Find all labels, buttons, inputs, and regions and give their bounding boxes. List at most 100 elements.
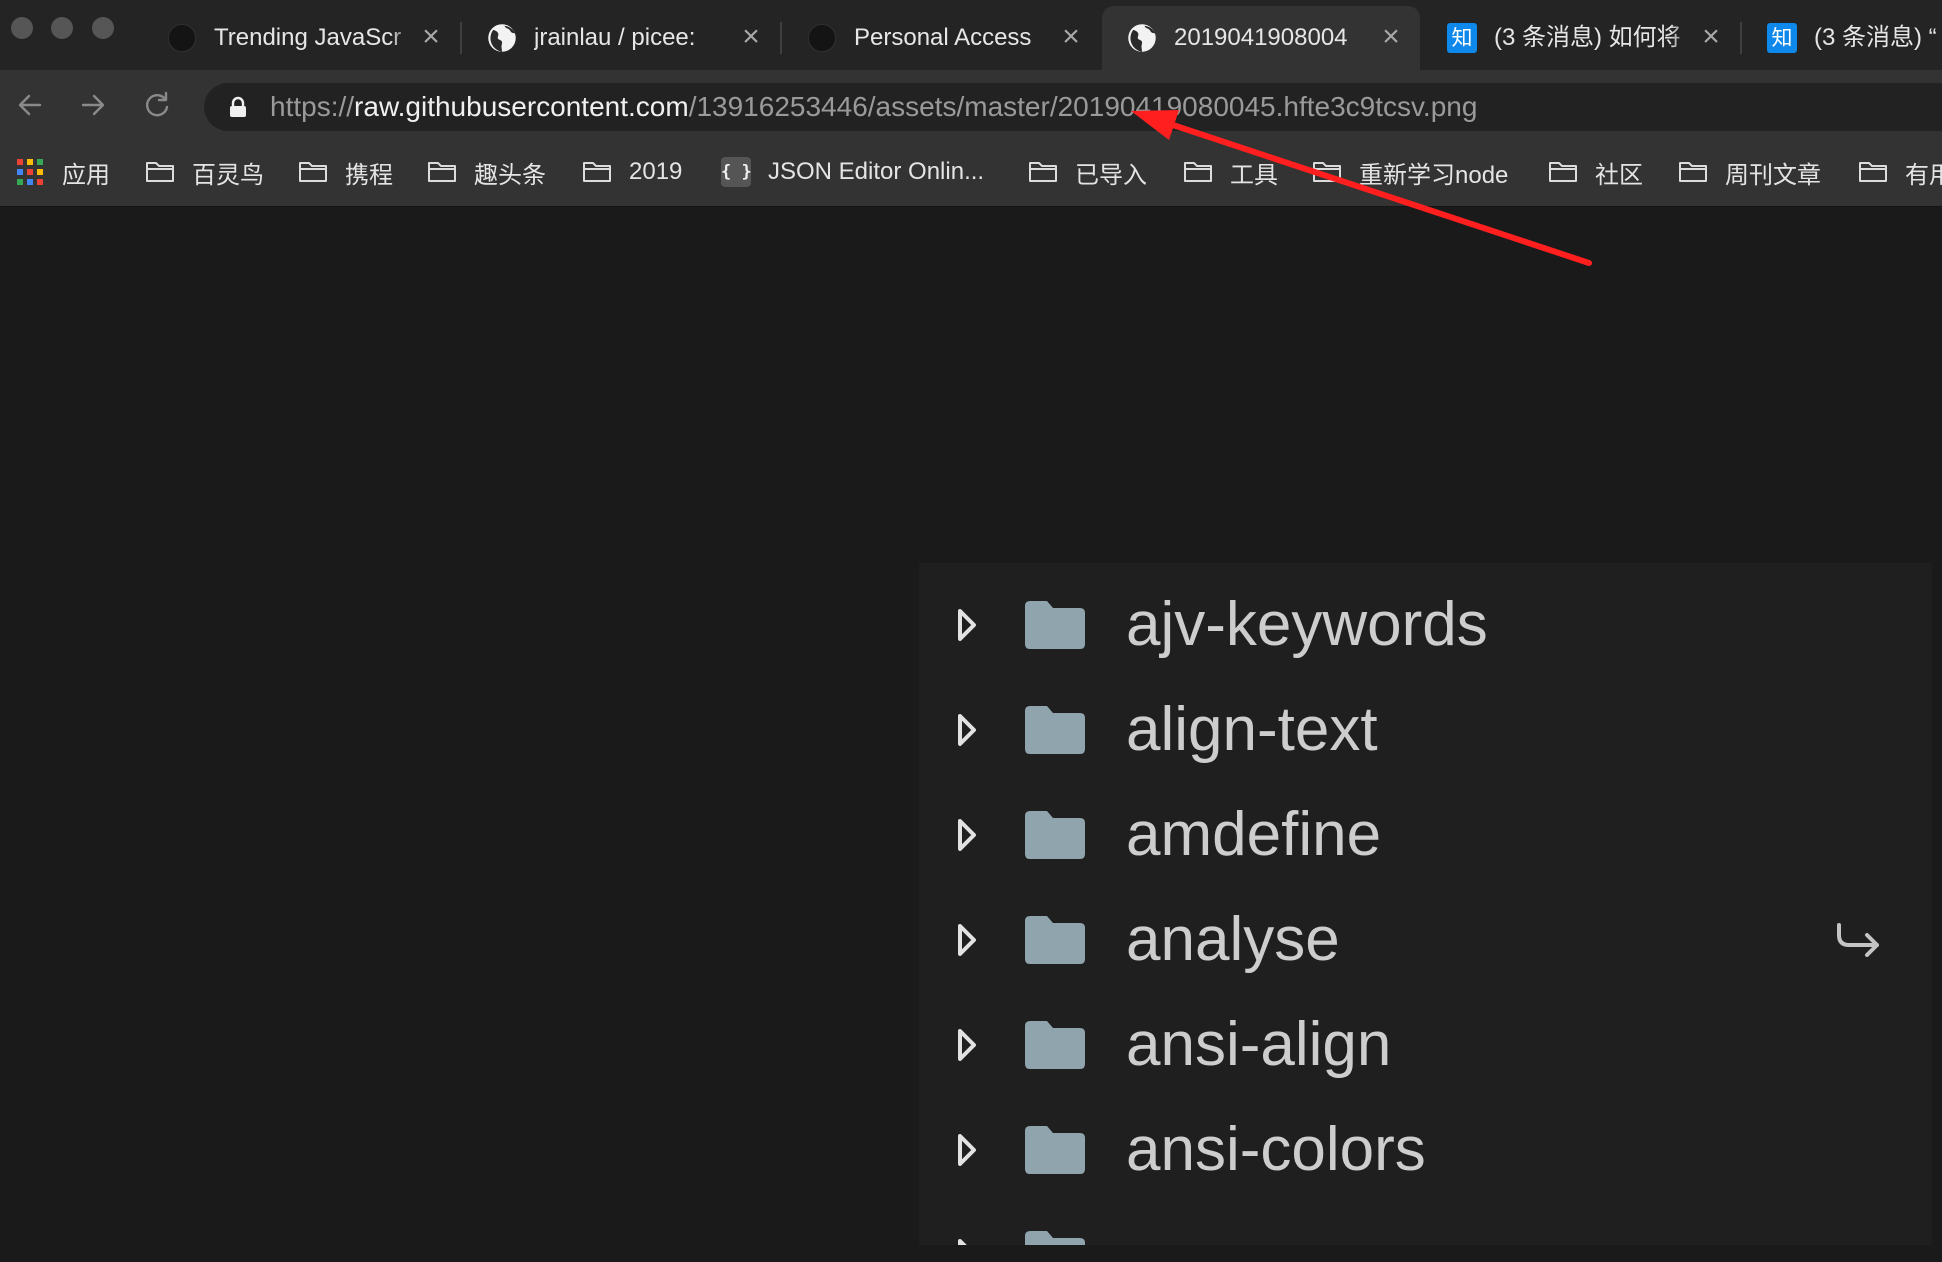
folder-icon xyxy=(1025,706,1085,754)
tree-row: analyse xyxy=(919,887,1932,992)
folder-icon xyxy=(1678,160,1708,184)
expand-arrow-icon xyxy=(958,1239,967,1245)
folder-icon xyxy=(145,160,175,184)
zhihu-icon: 知 xyxy=(1767,23,1797,53)
folder-name: ajv-keywords xyxy=(1126,590,1488,659)
bookmark-folder[interactable]: 周刊文章 xyxy=(1678,156,1821,189)
folder-icon xyxy=(1025,1126,1085,1174)
bookmark-folder[interactable]: 工具 xyxy=(1183,156,1278,189)
globe-icon xyxy=(487,23,517,53)
bookmark-label: 2019 xyxy=(629,158,683,185)
tab-active-image[interactable]: 2019041908004 × xyxy=(1102,6,1420,70)
apps-grid-icon xyxy=(17,159,43,185)
bookmark-folder[interactable]: 已导入 xyxy=(1028,156,1147,189)
toolbar: https://raw.githubusercontent.com/139162… xyxy=(0,70,1942,140)
folder-icon xyxy=(1858,160,1888,184)
bookmark-folder[interactable]: 重新学习node xyxy=(1312,156,1509,189)
return-arrow-icon xyxy=(1837,923,1879,957)
bookmark-label: 应用 xyxy=(62,161,110,189)
expand-arrow-icon xyxy=(958,819,976,851)
tab-title: jrainlau / picee: xyxy=(534,24,696,51)
folder-name: analyse xyxy=(1126,905,1340,974)
expand-arrow-icon xyxy=(958,714,976,746)
folder-icon xyxy=(427,160,457,184)
folder-icon xyxy=(1028,160,1058,184)
tab-jrainlau-picee[interactable]: jrainlau / picee: × xyxy=(462,6,782,70)
lock-icon[interactable] xyxy=(228,96,248,118)
globe-icon xyxy=(1127,23,1157,53)
tree-row: amdefine xyxy=(919,782,1932,887)
tab-close-button[interactable]: × xyxy=(1058,22,1084,52)
tab-title: Personal Access xyxy=(854,24,1032,51)
folder-icon xyxy=(1025,601,1085,649)
bookmark-folder[interactable]: 趣头条 xyxy=(427,156,546,189)
bookmark-folder[interactable]: 2019 xyxy=(582,156,682,188)
bookmark-folder[interactable]: 携程 xyxy=(298,156,393,189)
folder-name: amdefine xyxy=(1126,800,1382,869)
bookmark-label: 百灵鸟 xyxy=(192,161,264,189)
tree-row-partial xyxy=(919,1202,1932,1245)
tab-title: 2019041908004 xyxy=(1174,24,1348,51)
bookmarks-bar: 应用 百灵鸟 携程 趣头条 2019 { } JSON Editor Onlin… xyxy=(0,140,1942,207)
tab-zhihu-1[interactable]: 知 (3 条消息) 如何将 × xyxy=(1422,6,1742,70)
tab-title: Trending JavaScr xyxy=(214,24,402,51)
window-minimize-button[interactable] xyxy=(51,17,73,39)
address-bar[interactable]: https://raw.githubusercontent.com/139162… xyxy=(204,83,1942,131)
url-host: raw.githubusercontent.com xyxy=(354,91,689,122)
folder-icon xyxy=(298,160,328,184)
folder-icon xyxy=(1312,160,1342,184)
folder-icon xyxy=(1025,1231,1085,1245)
back-arrow-icon[interactable] xyxy=(16,91,44,119)
tab-title: (3 条消息) “ xyxy=(1814,24,1937,51)
bookmark-folder[interactable]: 百灵鸟 xyxy=(145,156,264,189)
tab-close-button[interactable]: × xyxy=(1378,22,1404,52)
folder-icon xyxy=(582,160,612,184)
url-path: /13916253446/assets/master/2019041908004… xyxy=(688,91,1478,122)
github-icon xyxy=(807,23,837,53)
bookmark-label: 有用 xyxy=(1905,161,1942,189)
expand-arrow-icon xyxy=(958,1134,976,1166)
tab-close-button[interactable]: × xyxy=(738,22,764,52)
bookmark-label: 重新学习node xyxy=(1359,161,1509,189)
tab-close-button[interactable]: × xyxy=(418,22,444,52)
expand-arrow-icon xyxy=(958,1029,976,1061)
github-icon xyxy=(167,23,197,53)
expand-arrow-icon xyxy=(958,609,976,641)
forward-arrow-icon[interactable] xyxy=(79,91,107,119)
window-close-button[interactable] xyxy=(11,17,33,39)
bookmark-label: 携程 xyxy=(345,161,393,189)
tree-row: ansi-colors xyxy=(919,1097,1932,1202)
bookmark-label: 趣头条 xyxy=(474,161,546,189)
bookmark-label: 已导入 xyxy=(1075,161,1147,189)
bookmark-label: 工具 xyxy=(1230,161,1278,189)
url-scheme: https:// xyxy=(270,91,355,122)
bookmark-folder[interactable]: 社区 xyxy=(1548,156,1643,189)
bookmark-folder[interactable]: 有用 xyxy=(1858,156,1942,189)
tab-close-button[interactable]: × xyxy=(1698,22,1724,52)
folder-icon xyxy=(1025,1021,1085,1069)
folder-icon xyxy=(1025,916,1085,964)
bookmark-label: 周刊文章 xyxy=(1725,161,1821,189)
bookmark-label: JSON Editor Onlin... xyxy=(768,158,985,185)
tree-row: ansi-align xyxy=(919,992,1932,1097)
folder-icon xyxy=(1025,811,1085,859)
tab-zhihu-2[interactable]: 知 (3 条消息) “ xyxy=(1742,6,1942,70)
json-editor-icon: { } xyxy=(721,157,752,187)
bookmark-label: 社区 xyxy=(1595,161,1643,189)
bookmark-apps[interactable]: 应用 xyxy=(17,156,110,189)
expand-arrow-icon xyxy=(958,924,976,956)
window-zoom-button[interactable] xyxy=(92,17,114,39)
folder-name: ansi-colors xyxy=(1126,1115,1426,1184)
folder-name: ansi-align xyxy=(1126,1010,1392,1079)
tab-trending-javascript[interactable]: Trending JavaScr × xyxy=(142,6,462,70)
tree-row: align-text xyxy=(919,677,1932,782)
folder-icon xyxy=(1548,160,1578,184)
tab-personal-access[interactable]: Personal Access × xyxy=(782,6,1100,70)
url-text[interactable]: https://raw.githubusercontent.com/139162… xyxy=(270,83,1477,131)
tab-title: (3 条消息) 如何将 xyxy=(1494,24,1681,51)
displayed-image-file-tree[interactable]: ajv-keywords align-text amdefine analyse… xyxy=(919,563,1932,1245)
reload-icon[interactable] xyxy=(143,91,171,119)
bookmark-json-editor[interactable]: { } JSON Editor Onlin... xyxy=(721,156,984,188)
tab-strip: Trending JavaScr × jrainlau / picee: × P… xyxy=(0,0,1942,70)
folder-name: align-text xyxy=(1126,695,1378,764)
